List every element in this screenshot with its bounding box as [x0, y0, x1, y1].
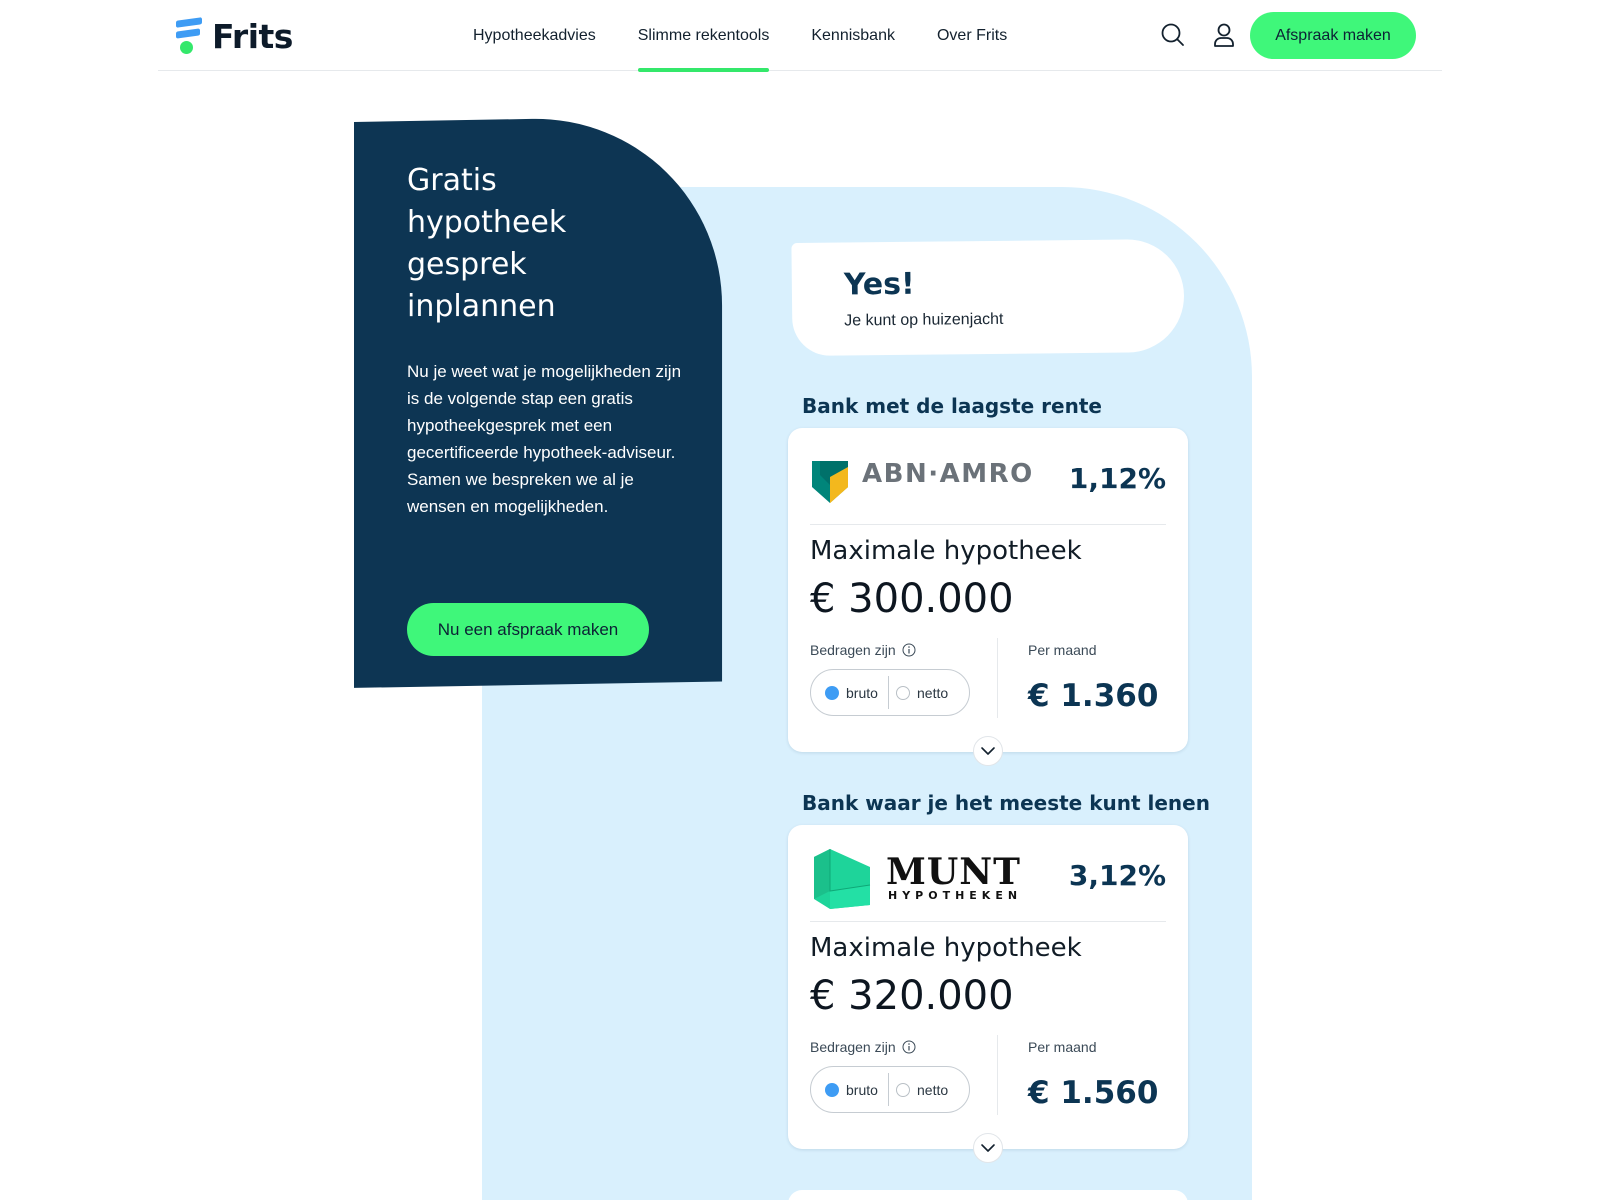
bank-card-abn-amro: ABN·AMRO 1,12% Maximale hypotheek € 300.… — [788, 428, 1188, 766]
expand-button[interactable] — [973, 1133, 1003, 1163]
user-icon[interactable] — [1209, 20, 1239, 50]
result-title: Yes! — [843, 266, 915, 303]
site-header: Frits Hypotheekadvies Slimme rekentools … — [158, 0, 1442, 72]
result-subtitle: Je kunt op huizenjacht — [844, 310, 1004, 330]
munt-wordmark: MUNT HYPOTHEKEN — [886, 850, 1023, 902]
interest-rate: 3,12% — [1068, 859, 1166, 892]
radio-selected-icon — [825, 685, 839, 700]
gross-option[interactable]: bruto — [811, 1073, 889, 1106]
gross-option[interactable]: bruto — [811, 676, 889, 709]
per-month-value: € 1.560 — [1028, 1075, 1159, 1111]
schedule-now-button[interactable]: Nu een afspraak maken — [407, 603, 649, 656]
vertical-divider — [997, 638, 998, 718]
max-mortgage-label: Maximale hypotheek — [810, 933, 1082, 963]
gross-option-label: bruto — [846, 684, 878, 701]
munt-cube-icon — [814, 849, 871, 909]
expand-button[interactable] — [973, 736, 1003, 766]
nav-item-slimme-rekentools[interactable]: Slimme rekentools — [617, 0, 791, 72]
amounts-label-text: Bedragen zijn — [810, 1039, 896, 1055]
radio-unselected-icon — [896, 1082, 910, 1097]
abn-amro-logo: ABN·AMRO — [810, 450, 1034, 512]
frits-logo[interactable]: Frits — [174, 16, 293, 56]
make-appointment-button[interactable]: Afspraak maken — [1250, 12, 1416, 59]
amounts-label-text: Bedragen zijn — [810, 642, 896, 658]
max-mortgage-value: € 320.000 — [810, 973, 1014, 1019]
nav-item-kennisbank[interactable]: Kennisbank — [790, 0, 916, 71]
radio-unselected-icon — [896, 685, 910, 700]
next-bank-card — [788, 1190, 1188, 1200]
bank-card-munt: MUNT HYPOTHEKEN 3,12% Maximale hypotheek… — [788, 825, 1188, 1163]
highest-loan-heading: Bank waar je het meeste kunt lenen — [802, 791, 1210, 815]
bank-name: MUNT — [886, 850, 1021, 893]
appointment-promo-card: Gratis hypotheek gesprek inplannen Nu je… — [354, 115, 723, 688]
card-divider — [810, 921, 1166, 922]
promo-title: Gratis hypotheek gesprek inplannen — [407, 163, 567, 324]
per-month-value: € 1.360 — [1028, 678, 1159, 714]
amounts-label: Bedragen zijn — [810, 1039, 916, 1055]
card-divider — [810, 524, 1166, 525]
result-bubble: Yes! Je kunt op huizenjacht — [791, 238, 1185, 357]
bank-subname: HYPOTHEKEN — [888, 888, 1023, 902]
gross-net-toggle: bruto netto — [810, 669, 970, 716]
info-icon[interactable] — [902, 1040, 916, 1054]
per-month-label: Per maand — [1028, 642, 1097, 658]
abn-amro-shield-icon — [812, 461, 848, 503]
net-option[interactable]: netto — [889, 670, 948, 715]
per-month-label: Per maand — [1028, 1039, 1097, 1055]
gross-net-toggle: bruto netto — [810, 1066, 970, 1113]
chevron-down-icon — [981, 1144, 995, 1152]
nav-item-hypotheekadvies[interactable]: Hypotheekadvies — [452, 0, 617, 71]
chevron-down-icon — [981, 747, 995, 755]
max-mortgage-label: Maximale hypotheek — [810, 536, 1082, 566]
info-icon[interactable] — [902, 643, 916, 657]
frits-logo-mark — [174, 17, 202, 55]
max-mortgage-value: € 300.000 — [810, 576, 1014, 622]
bank-name: ABN·AMRO — [862, 459, 1034, 489]
logo-text: Frits — [212, 16, 293, 56]
radio-selected-icon — [825, 1082, 839, 1097]
main-nav: Hypotheekadvies Slimme rekentools Kennis… — [452, 0, 1028, 72]
nav-item-over-frits[interactable]: Over Frits — [916, 0, 1028, 71]
net-option[interactable]: netto — [889, 1067, 948, 1112]
promo-body: Nu je weet wat je mogelijkheden zijn is … — [407, 362, 682, 516]
lowest-rate-heading: Bank met de laagste rente — [802, 394, 1102, 418]
search-icon[interactable] — [1158, 20, 1188, 50]
vertical-divider — [997, 1035, 998, 1115]
interest-rate: 1,12% — [1068, 462, 1166, 495]
amounts-label: Bedragen zijn — [810, 642, 916, 658]
net-option-label: netto — [917, 684, 949, 701]
net-option-label: netto — [917, 1081, 949, 1098]
munt-logo: MUNT HYPOTHEKEN — [810, 847, 1022, 909]
gross-option-label: bruto — [846, 1081, 878, 1098]
